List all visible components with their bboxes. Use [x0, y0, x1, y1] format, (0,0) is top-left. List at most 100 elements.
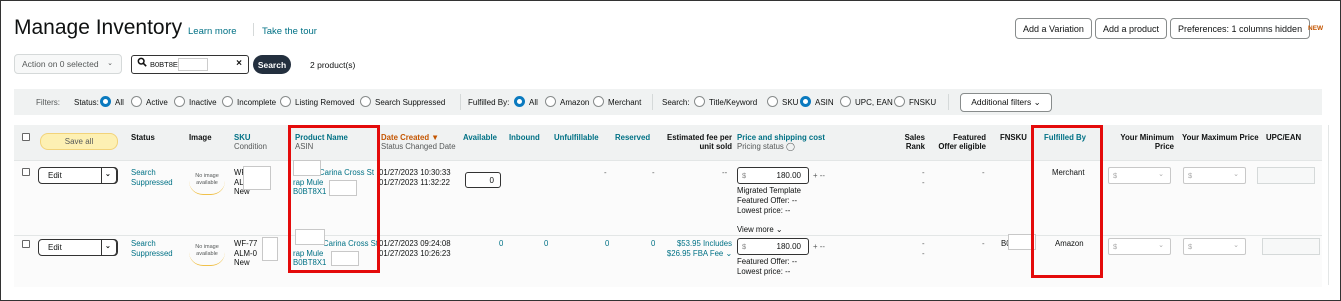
product-count: 2 product(s) [310, 60, 356, 70]
clear-search-icon[interactable]: × [236, 58, 242, 69]
available-cell[interactable]: 0 [499, 239, 503, 249]
search-radio-asin[interactable] [800, 96, 811, 107]
search-radio-fnsku[interactable] [894, 96, 905, 107]
upc-input[interactable] [1257, 167, 1315, 184]
price-input[interactable]: $ 180.00 [737, 238, 809, 255]
col-featured-offer: Featured Offer eligible [930, 133, 986, 151]
select-all-checkbox[interactable] [22, 133, 30, 141]
search-option-upc: UPC, EAN [855, 98, 893, 107]
col-available[interactable]: Available [463, 133, 497, 142]
redacted-text [178, 58, 208, 71]
reserved-cell[interactable]: 0 [651, 239, 655, 249]
available-quantity-input[interactable]: 0 [465, 172, 501, 188]
min-price-input[interactable]: $ ⌄ [1108, 238, 1171, 255]
max-price-input[interactable]: $ ⌄ [1183, 238, 1246, 255]
take-tour-link[interactable]: Take the tour [262, 26, 317, 37]
shipping-cost: + -- [813, 242, 825, 251]
inbound-cell[interactable]: 0 [544, 239, 548, 249]
add-product-button[interactable]: Add a product [1095, 18, 1168, 39]
fulfilled-option-amazon: Amazon [560, 98, 590, 107]
edit-action-select[interactable]: Edit ⌄ [38, 239, 118, 256]
date-created-text: 01/27/2023 10:30:33 [379, 168, 451, 177]
col-status[interactable]: Status [131, 133, 155, 142]
currency-symbol: $ [1113, 171, 1118, 180]
col-estimated-fee: Estimated fee per unit sold [660, 133, 732, 151]
add-variation-button[interactable]: Add a Variation [1015, 18, 1092, 39]
status-option-active: Active [146, 98, 168, 107]
edit-label: Edit [48, 243, 62, 252]
pricing-status-cell: Migrated Template Featured Offer: -- Low… [737, 186, 801, 235]
status-link[interactable]: Search Suppressed [131, 168, 173, 187]
status-link[interactable]: Search Suppressed [131, 239, 173, 258]
scrollbar-track[interactable] [1328, 125, 1329, 285]
pricing-status-link[interactable]: Migrated Template [737, 186, 801, 196]
currency-symbol: $ [1113, 242, 1118, 251]
fulfilled-radio-amazon[interactable] [545, 96, 556, 107]
search-radio-sku[interactable] [767, 96, 778, 107]
status-text-2: Suppressed [131, 248, 173, 258]
edit-dropdown-toggle[interactable]: ⌄ [101, 239, 117, 256]
col-status-changed-label: Status Changed Date [381, 142, 456, 151]
status-radio-listing-removed[interactable] [280, 96, 291, 107]
unfulfillable-cell[interactable]: 0 [605, 239, 609, 249]
col-sales-rank[interactable]: Sales Rank [893, 133, 925, 151]
col-estimated-fee-label-1: Estimated fee per [667, 133, 732, 142]
col-condition-label: Condition [234, 142, 267, 151]
chevron-down-icon: ⌄ [107, 60, 113, 67]
learn-more-link[interactable]: Learn more [188, 26, 237, 37]
row-checkbox[interactable] [22, 240, 30, 248]
col-unfulfillable[interactable]: Unfulfillable [554, 133, 599, 142]
fulfilled-radio-merchant[interactable] [593, 96, 604, 107]
col-price[interactable]: Price and shipping cost Pricing status ◯ [737, 133, 825, 151]
status-radio-all[interactable] [100, 96, 111, 107]
row-checkbox[interactable] [22, 168, 30, 176]
product-name-highlight-box [288, 125, 380, 273]
filter-divider [460, 94, 461, 110]
fulfilled-radio-all[interactable] [514, 96, 525, 107]
fulfilled-by-highlight-box [1031, 125, 1103, 278]
search-button[interactable]: Search [253, 55, 291, 74]
search-radio-upc[interactable] [840, 96, 851, 107]
sku-text-1[interactable]: WF-77 [234, 239, 257, 249]
price-value: 180.00 [776, 242, 801, 251]
status-option-incomplete: Incomplete [237, 98, 277, 107]
info-icon[interactable]: ◯ [786, 142, 795, 151]
view-more-link[interactable]: View more ⌄ [737, 225, 801, 235]
featured-eligible-cell: - [982, 168, 985, 177]
col-reserved[interactable]: Reserved [615, 133, 650, 142]
search-input[interactable]: B0BT8E × [131, 55, 249, 74]
status-radio-incomplete[interactable] [222, 96, 233, 107]
sales-rank-text-2: - [922, 249, 925, 258]
no-image-text-2: available [196, 251, 218, 257]
status-radio-active[interactable] [131, 96, 142, 107]
status-radio-search-suppressed[interactable] [360, 96, 371, 107]
preferences-button[interactable]: Preferences: 1 columns hidden [1170, 18, 1311, 39]
lowest-price-text: Lowest price: -- [737, 267, 791, 276]
chevron-down-icon: ⌄ [725, 248, 732, 258]
edit-action-select[interactable]: Edit ⌄ [38, 167, 118, 184]
price-input[interactable]: $ 180.00 [737, 167, 809, 184]
additional-filters-label: Additional filters [971, 97, 1032, 107]
upc-input[interactable] [1262, 238, 1320, 255]
redacted-text [243, 166, 271, 190]
search-radio-title[interactable] [694, 96, 705, 107]
additional-filters-button[interactable]: Additional filters ⌄ [960, 93, 1052, 112]
save-all-button[interactable]: Save all [40, 133, 118, 150]
filter-divider [948, 94, 949, 110]
bulk-action-label: Action on 0 selected [22, 59, 99, 69]
featured-offer-text: Featured Offer: -- [737, 196, 798, 205]
col-featured-label-1: Featured [953, 133, 986, 142]
col-date-created[interactable]: Date Created ▼ Status Changed Date [381, 133, 456, 151]
status-option-all: All [115, 98, 124, 107]
estimated-fee-cell[interactable]: $53.95 Includes $26.95 FBA Fee ⌄ [660, 239, 732, 258]
featured-offer-text: Featured Offer: -- [737, 257, 798, 266]
bulk-action-select[interactable]: Action on 0 selected ⌄ [14, 54, 122, 74]
currency-symbol: $ [1188, 242, 1193, 251]
edit-dropdown-toggle[interactable]: ⌄ [101, 167, 117, 184]
min-price-input[interactable]: $ ⌄ [1108, 167, 1171, 184]
status-radio-inactive[interactable] [174, 96, 185, 107]
max-price-input[interactable]: $ ⌄ [1183, 167, 1246, 184]
col-sku[interactable]: SKU Condition [234, 133, 267, 151]
sku-text-2[interactable]: ALM-0 [234, 249, 257, 259]
col-inbound[interactable]: Inbound [509, 133, 540, 142]
